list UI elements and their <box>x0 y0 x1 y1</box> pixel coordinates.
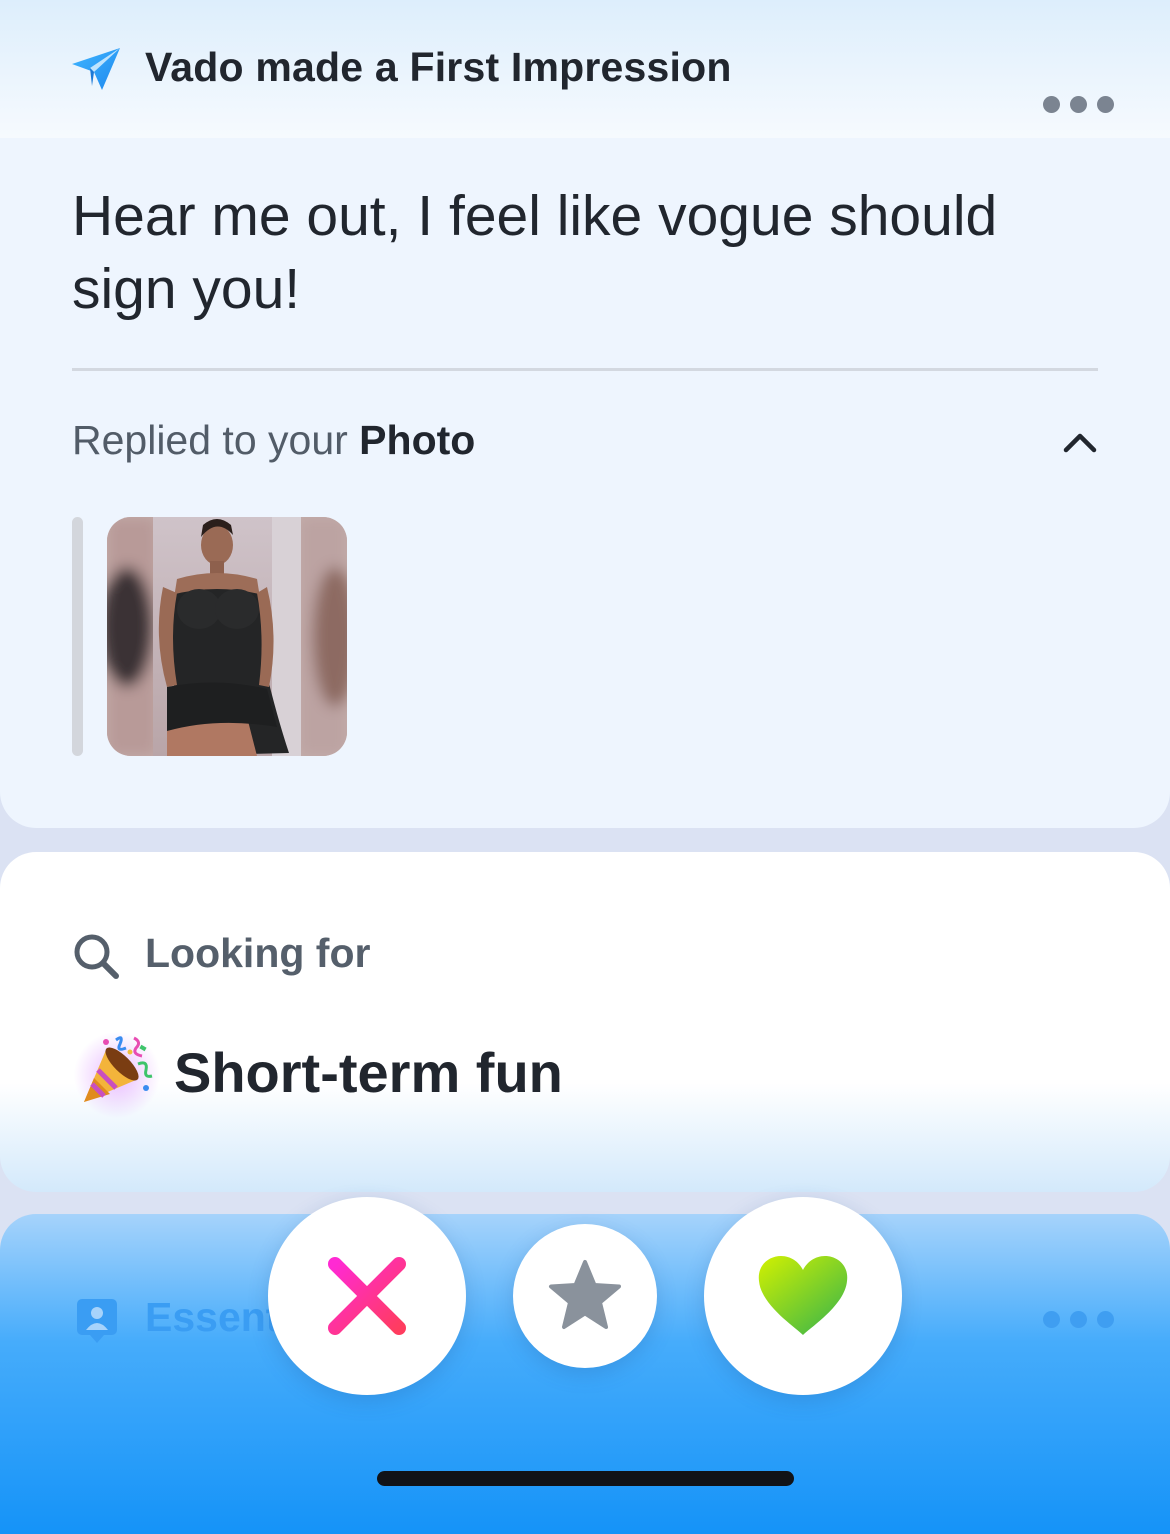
dot-icon <box>1070 1311 1087 1328</box>
more-options-button-essentials[interactable] <box>1043 1311 1114 1328</box>
chevron-up-icon[interactable] <box>1062 428 1098 456</box>
replied-to-label: Replied to your Photo <box>72 417 475 464</box>
first-impression-card: Vado made a First Impression Hear me out… <box>0 0 1170 828</box>
looking-for-label: Looking for <box>145 930 371 976</box>
profile-card-icon <box>77 1299 117 1343</box>
more-options-button[interactable] <box>1043 96 1114 113</box>
dot-icon <box>1043 96 1060 113</box>
looking-for-value: Short-term fun <box>174 1041 563 1104</box>
divider <box>72 368 1098 371</box>
nope-button[interactable] <box>268 1197 466 1395</box>
quote-bar <box>72 517 83 756</box>
heart-icon <box>758 1256 848 1335</box>
like-button[interactable] <box>704 1197 902 1395</box>
dot-icon <box>1097 1311 1114 1328</box>
replied-target: Photo <box>359 417 476 463</box>
replied-photo-thumbnail[interactable] <box>107 517 347 756</box>
looking-for-card <box>0 852 1170 1192</box>
dot-icon <box>1070 96 1087 113</box>
super-like-button[interactable] <box>513 1224 657 1368</box>
message-text: Hear me out, I feel like vogue should si… <box>72 184 998 321</box>
card-title: Vado made a First Impression <box>145 44 732 90</box>
essentials-label: Essent <box>145 1294 280 1340</box>
party-popper-icon <box>84 1036 153 1102</box>
x-icon <box>328 1257 406 1335</box>
star-icon <box>549 1260 621 1329</box>
replied-prefix: Replied to your <box>72 417 360 463</box>
dot-icon <box>1097 96 1114 113</box>
dot-icon <box>1043 1311 1060 1328</box>
home-indicator[interactable] <box>377 1471 794 1486</box>
paper-plane-icon <box>72 48 120 90</box>
search-icon <box>74 934 119 979</box>
